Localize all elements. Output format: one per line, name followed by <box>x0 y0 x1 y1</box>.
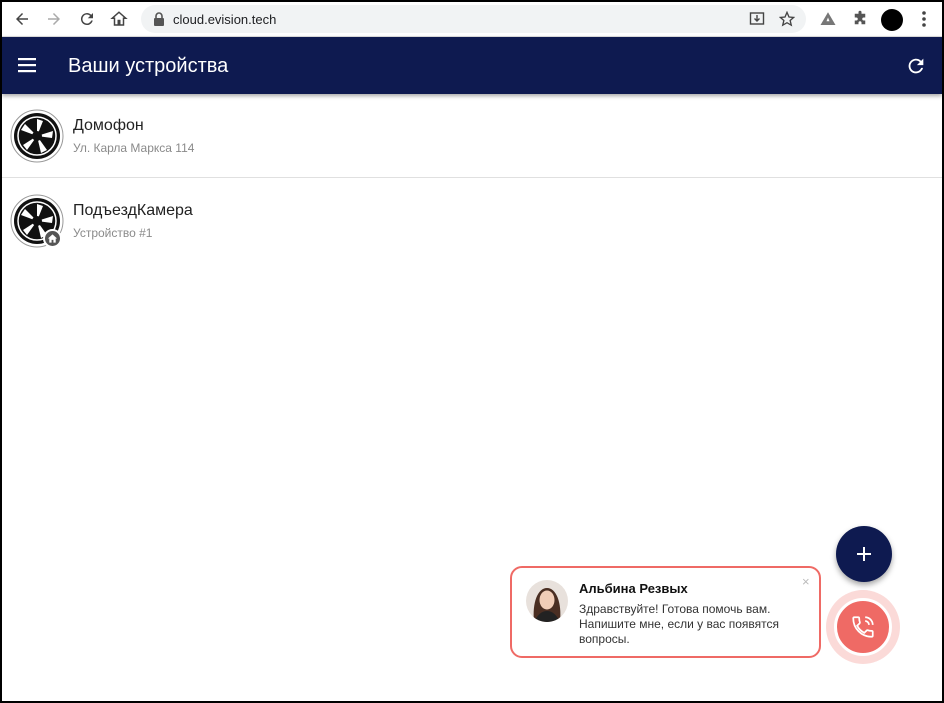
browser-toolbar: cloud.evision.tech <box>2 2 942 37</box>
plus-icon <box>857 547 871 561</box>
call-widget-button[interactable] <box>826 590 900 664</box>
app-header: Ваши устройства <box>2 37 942 94</box>
chat-popup[interactable]: Альбина Резвых Здравствуйте! Готова помо… <box>510 566 821 658</box>
install-app-icon[interactable] <box>747 9 767 29</box>
hamburger-menu-icon[interactable] <box>16 54 38 76</box>
url-text: cloud.evision.tech <box>173 12 277 27</box>
browser-menu-icon[interactable] <box>912 7 936 31</box>
page-title: Ваши устройства <box>68 55 229 77</box>
browser-window: cloud.evision.tech Ваши устройства Домоф… <box>0 0 944 703</box>
bookmark-star-icon[interactable] <box>777 9 797 29</box>
agent-name: Альбина Резвых <box>579 581 688 596</box>
close-chat-button[interactable]: × <box>802 574 810 589</box>
home-icon[interactable] <box>107 7 131 31</box>
chat-message: Здравствуйте! Готова помочь вам. Напишит… <box>579 602 780 646</box>
camera-aperture-icon <box>10 109 64 163</box>
home-badge-icon <box>43 229 62 248</box>
forward-icon[interactable] <box>42 7 66 31</box>
device-address: Ул. Карла Маркса 114 <box>73 141 195 155</box>
device-subtitle: Устройство #1 <box>73 226 153 240</box>
reload-icon[interactable] <box>75 7 99 31</box>
device-name: Домофон <box>73 117 144 134</box>
profile-avatar[interactable] <box>881 9 903 31</box>
address-bar[interactable]: cloud.evision.tech <box>141 5 806 33</box>
device-list-item[interactable]: Домофон Ул. Карла Маркса 114 <box>2 94 942 178</box>
agent-avatar <box>526 580 568 622</box>
add-device-button[interactable] <box>836 526 892 582</box>
lock-icon <box>153 12 167 26</box>
refresh-icon[interactable] <box>905 55 927 77</box>
phone-icon <box>852 616 874 638</box>
device-list-item[interactable]: ПодъездКамера Устройство #1 <box>2 179 942 263</box>
extensions-puzzle-icon[interactable] <box>848 7 872 31</box>
extension-drive-icon[interactable] <box>816 7 840 31</box>
back-icon[interactable] <box>10 7 34 31</box>
device-name: ПодъездКамера <box>73 202 193 219</box>
